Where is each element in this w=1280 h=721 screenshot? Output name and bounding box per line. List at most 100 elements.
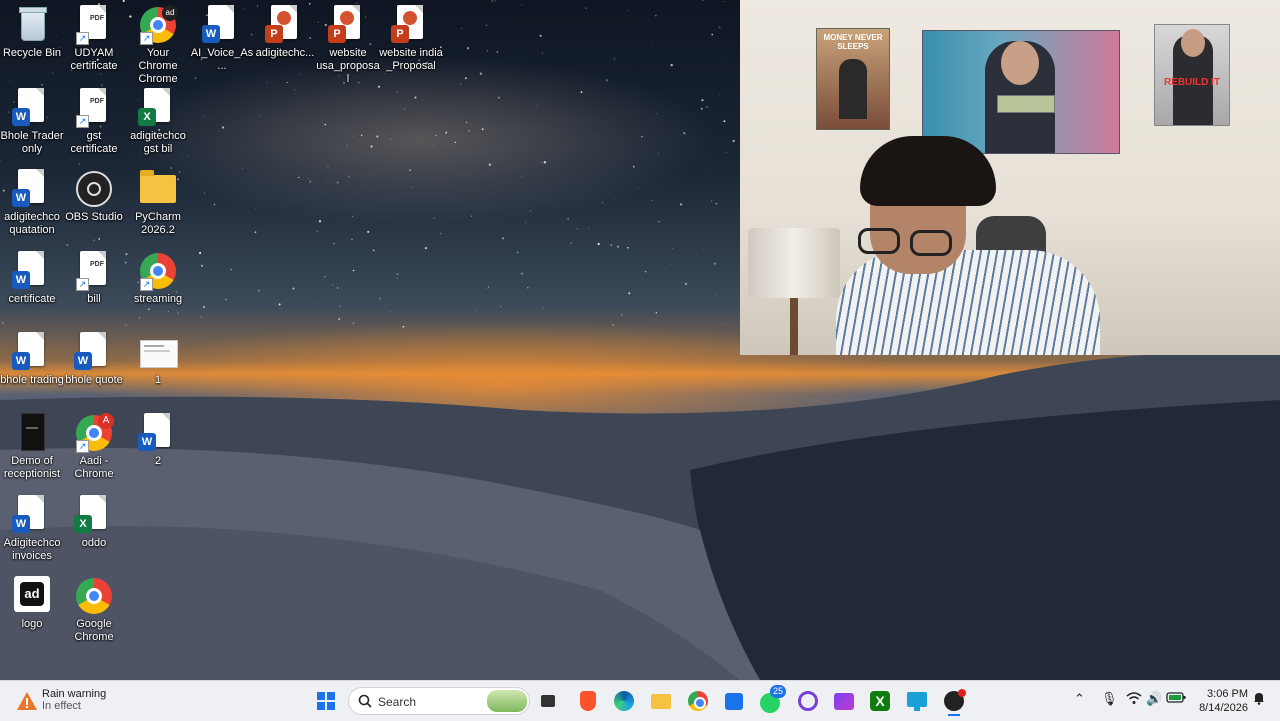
star: [254, 231, 257, 233]
desktop-icon-adigitechco-invoices[interactable]: W Adigitechco invoices: [0, 495, 64, 563]
star: [715, 203, 718, 205]
desktop-icon-adigitechc-ppt[interactable]: P adigitechc...: [253, 5, 317, 60]
desktop-icon-ai-voice[interactable]: W AI_Voice_As...: [190, 5, 254, 73]
file-explorer-icon[interactable]: [649, 689, 673, 713]
star: [467, 129, 470, 132]
start-icon[interactable]: [314, 689, 338, 713]
microphone-icon[interactable]: 🎙: [1101, 691, 1118, 707]
star: [351, 215, 354, 218]
star: [278, 303, 281, 306]
volume-icon[interactable]: 🔊: [1146, 691, 1162, 707]
star: [724, 1, 725, 3]
desktop-icon-bhole-trader-only[interactable]: W Bhole Trader only: [0, 88, 64, 156]
desktop-icon-aadi-chrome[interactable]: A ↗ Aadi - Chrome: [62, 413, 126, 481]
star: [352, 322, 355, 325]
star: [670, 263, 672, 265]
star: [459, 83, 462, 85]
star: [213, 203, 216, 206]
star: [470, 215, 472, 217]
star: [98, 238, 101, 240]
star: [292, 287, 295, 290]
star: [461, 27, 463, 30]
star: [520, 272, 524, 275]
desktop-icon-logo[interactable]: ad logo: [0, 576, 64, 631]
star: [543, 161, 547, 164]
desktop-icon-bhole-quote[interactable]: W bhole quote: [62, 332, 126, 387]
desktop-icon-obs-studio[interactable]: OBS Studio: [62, 169, 126, 224]
video-icon: [12, 413, 52, 453]
remote-desktop-icon[interactable]: [905, 689, 929, 713]
weather-widget[interactable]: Rain warning In effect: [12, 687, 132, 715]
store-icon[interactable]: [722, 689, 746, 713]
chrome-icon[interactable]: [686, 689, 710, 713]
widgets-icon: [487, 690, 527, 712]
star: [93, 239, 96, 242]
star: [641, 136, 643, 138]
pdf-icon: PDF ↗: [74, 5, 114, 45]
star: [497, 96, 500, 99]
star: [318, 220, 322, 223]
desktop-icon-recycle-bin[interactable]: Recycle Bin: [0, 5, 64, 60]
edge-icon[interactable]: [612, 689, 636, 713]
star: [488, 286, 490, 288]
clipchamp-icon[interactable]: [832, 689, 856, 713]
star: [541, 52, 543, 54]
star: [352, 269, 355, 272]
desktop-icon-oddo[interactable]: X oddo: [62, 495, 126, 550]
word-icon: W: [12, 251, 52, 291]
star: [657, 152, 659, 155]
star: [486, 287, 488, 289]
star: [732, 139, 735, 143]
wifi-icon[interactable]: [1126, 691, 1142, 708]
star: [711, 200, 713, 202]
desktop-icon-demo-of-receptionist[interactable]: Demo of receptionist: [0, 413, 64, 481]
star: [125, 324, 127, 326]
star: [323, 275, 326, 278]
star: [339, 305, 342, 308]
star: [570, 242, 573, 244]
desktop-icon-2[interactable]: W 2: [126, 413, 190, 468]
battery-icon[interactable]: [1166, 691, 1186, 706]
clock[interactable]: 3:06 PM 8/14/2026: [1188, 687, 1248, 715]
star: [711, 33, 713, 36]
star: [327, 166, 329, 168]
desktop-icon-bill[interactable]: PDF ↗ bill: [62, 251, 126, 306]
notification-bell-icon[interactable]: [1252, 691, 1266, 708]
star: [332, 284, 334, 286]
star: [433, 217, 435, 219]
webcam-overlay: MONEY NEVER SLEEPS REBUILD IT: [740, 0, 1280, 355]
star: [317, 303, 319, 305]
desktop-icon-website-usa-proposal[interactable]: P website usa_proposal: [316, 5, 380, 86]
desktop-icon-your-chrome[interactable]: ad ↗ Your Chrome Chrome: [126, 5, 190, 86]
obs-icon[interactable]: [942, 689, 966, 716]
desktop-icon-gst-certificate[interactable]: PDF ↗ gst certificate: [62, 88, 126, 156]
desktop-icon-bhole-trading[interactable]: W bhole trading: [0, 332, 64, 387]
desktop-icon-pycharm[interactable]: PyCharm 2026.2: [126, 169, 190, 237]
desktop-icon-udyam-certificate[interactable]: PDF ↗ UDYAM certificate: [62, 5, 126, 73]
chevron-up-icon[interactable]: ⌃: [1074, 691, 1085, 707]
star: [414, 96, 417, 99]
star: [385, 73, 387, 75]
desktop-icon-google-chrome[interactable]: Google Chrome: [62, 576, 126, 644]
sand-dunes: [0, 352, 1280, 680]
star: [324, 123, 327, 126]
star: [309, 180, 312, 183]
star: [439, 232, 442, 235]
taskbar-search[interactable]: Search: [348, 687, 530, 715]
brave-icon[interactable]: [576, 689, 600, 713]
desktop-icon-adigitechco-quatation[interactable]: W adigitechco quatation: [0, 169, 64, 237]
xbox-icon[interactable]: X: [868, 689, 892, 713]
app-icon[interactable]: [796, 689, 820, 713]
star: [378, 297, 382, 300]
task-view-icon[interactable]: [536, 689, 560, 713]
whatsapp-icon[interactable]: 25: [758, 685, 786, 713]
desktop-icon-website-india-proposal[interactable]: P website india _Proposal: [379, 5, 443, 73]
star: [360, 134, 363, 137]
star: [613, 58, 616, 60]
desktop-icon-streaming[interactable]: ↗ streaming: [126, 251, 190, 306]
desktop-icon-adigitechco-gst-bil[interactable]: X adigitechco gst bil: [126, 88, 190, 156]
desktop-icon-certificate[interactable]: W certificate: [0, 251, 64, 306]
chrome-icon: ↗: [138, 251, 178, 291]
desktop-icon-1[interactable]: 1: [126, 332, 190, 387]
star: [396, 91, 398, 93]
